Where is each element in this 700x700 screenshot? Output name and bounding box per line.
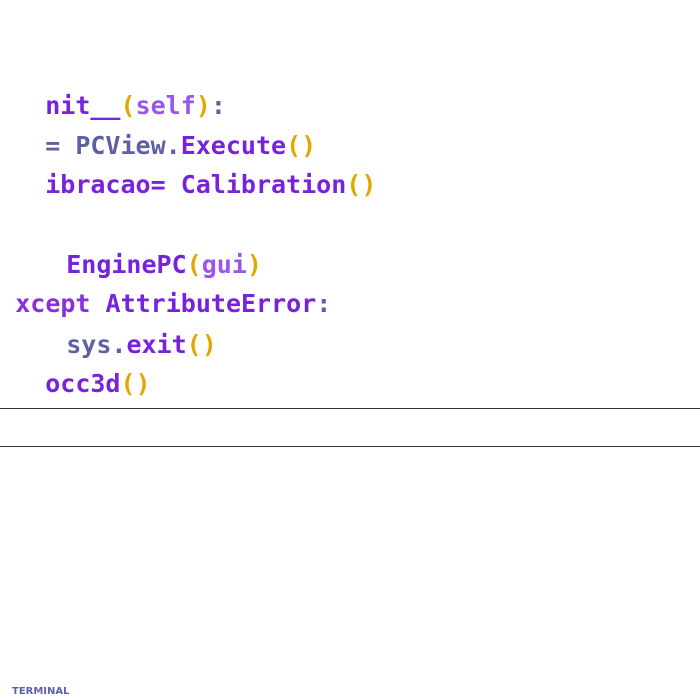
code-token: ibracao= [45, 170, 181, 199]
code-token: () [186, 330, 217, 359]
code-token: Calibration [180, 170, 347, 199]
code-line-3[interactable]: ibracao= Calibration() [0, 131, 376, 199]
code-editor[interactable]: nit__(self): = PCView.Execute() ibracao=… [0, 0, 700, 700]
code-line-4[interactable]: EnginePC(gui) [6, 211, 262, 279]
code-line-1[interactable]: nit__(self): [0, 52, 226, 120]
code-token: occ3d [45, 369, 121, 398]
tab-terminal[interactable]: TERMINAL [12, 686, 70, 697]
code-token: () [346, 170, 377, 199]
code-line-6[interactable]: sys.exit() [6, 291, 217, 359]
code-token: : [316, 289, 332, 318]
code-line-5[interactable]: xcept AttributeError: [0, 250, 331, 318]
code-token: () [120, 369, 151, 398]
code-line-7[interactable]: occ3d() [0, 330, 150, 398]
code-line-2[interactable]: = PCView.Execute() [0, 92, 316, 160]
editor-panel-divider[interactable] [0, 408, 700, 409]
panel-header-divider [0, 446, 700, 447]
